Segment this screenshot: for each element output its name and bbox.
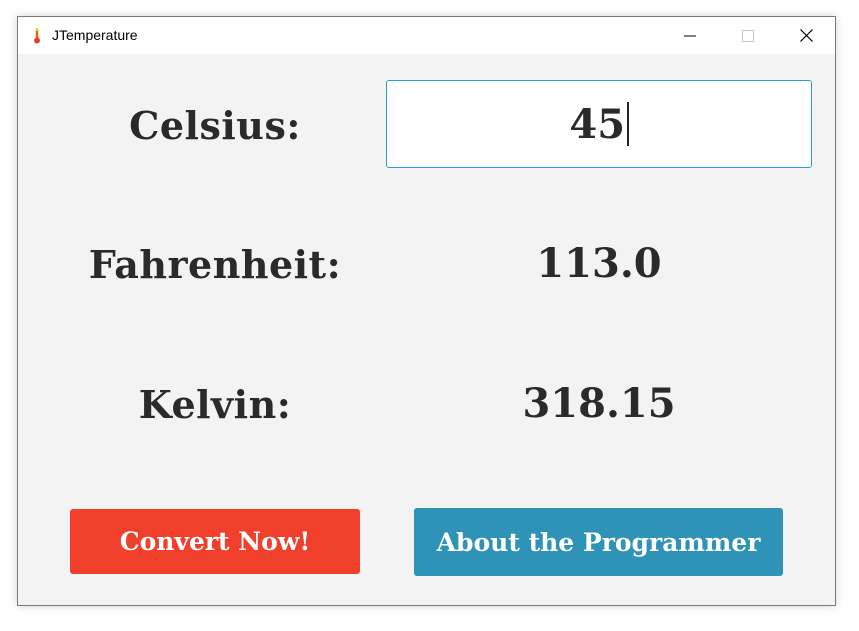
title-bar[interactable]: JTemperature [18,17,835,54]
thermometer-icon [30,27,44,45]
celsius-input-value[interactable]: 45 [569,101,625,148]
text-caret [627,102,629,146]
close-icon [799,29,813,42]
minimize-button[interactable] [667,17,713,54]
fahrenheit-label: Fahrenheit: [88,242,342,287]
maximize-icon [742,29,754,42]
kelvin-value: 318.15 [522,380,676,427]
fahrenheit-value: 113.0 [536,240,662,287]
close-button[interactable] [783,17,829,54]
window-title: JTemperature [52,27,138,43]
convert-button[interactable]: Convert Now! [70,509,360,574]
about-programmer-button[interactable]: About the Programmer [414,508,783,576]
kelvin-label: Kelvin: [138,382,292,427]
celsius-label: Celsius: [129,103,301,148]
maximize-button[interactable] [725,17,771,54]
minimize-icon [684,35,696,36]
celsius-input[interactable]: 45 [386,80,812,168]
app-window: JTemperature Celsius: 45 Fahrenheit: 113… [17,16,836,606]
